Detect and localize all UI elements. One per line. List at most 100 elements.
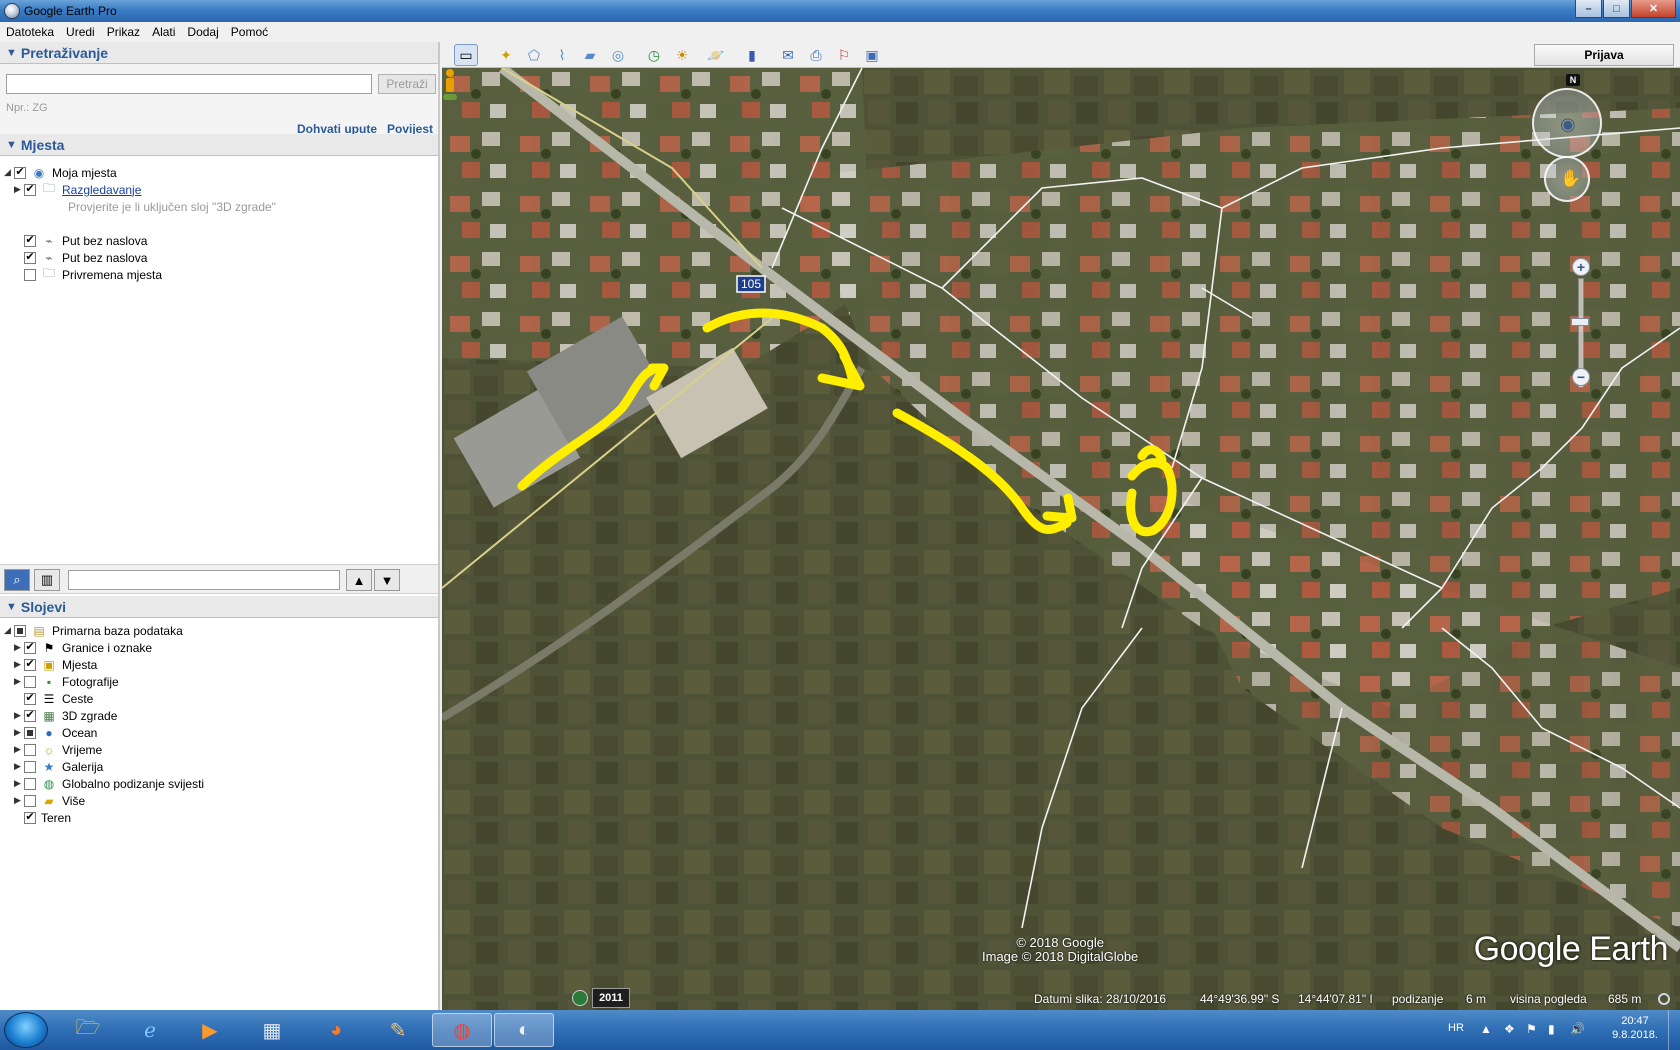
- expand-down-icon[interactable]: ◢: [4, 625, 14, 636]
- system-clock[interactable]: 20:47 9.8.2018.: [1610, 1014, 1660, 1042]
- file-explorer-icon[interactable]: 🗁: [60, 1013, 116, 1047]
- minimize-button[interactable]: –: [1575, 0, 1602, 18]
- expand-down-icon[interactable]: ◢: [4, 167, 14, 178]
- tree-item-my-places[interactable]: ◢ ✔ ◉ Moja mjesta: [4, 164, 117, 181]
- paint-icon[interactable]: ✎: [370, 1013, 426, 1047]
- calculator-icon[interactable]: ▦: [244, 1013, 300, 1047]
- layers-panel-header[interactable]: ▼ Slojevi: [0, 596, 438, 618]
- expand-right-icon[interactable]: ▶: [14, 184, 24, 195]
- network-icon[interactable]: ▮: [1548, 1022, 1555, 1036]
- show-hidden-icons-icon[interactable]: ▲: [1480, 1022, 1492, 1036]
- layer-3d-buildings[interactable]: ▶ ✔ ▦ 3D zgrade: [14, 707, 117, 724]
- layer-borders[interactable]: ▶ ✔ ⚑ Granice i oznake: [14, 639, 152, 656]
- places-filter-input[interactable]: [68, 570, 340, 590]
- email-icon[interactable]: ✉: [776, 44, 800, 66]
- search-panel-header[interactable]: ▼ Pretraživanje: [0, 42, 438, 64]
- ruler-icon[interactable]: ▮: [740, 44, 764, 66]
- expand-right-icon[interactable]: ▶: [14, 727, 24, 738]
- layer-photos[interactable]: ▶ ▪ Fotografije: [14, 673, 119, 690]
- firefox-icon[interactable]: ◕: [308, 1013, 364, 1047]
- layer-terrain[interactable]: ✔ Teren: [14, 809, 71, 826]
- checkbox[interactable]: ✔: [24, 658, 36, 671]
- language-indicator[interactable]: HR: [1448, 1022, 1464, 1034]
- layer-weather[interactable]: ▶ ☼ Vrijeme: [14, 741, 102, 758]
- media-player-icon[interactable]: ▶: [182, 1013, 238, 1047]
- checkbox[interactable]: [14, 624, 26, 637]
- expand-right-icon[interactable]: ▶: [14, 710, 24, 721]
- search-input[interactable]: [6, 74, 372, 94]
- expand-right-icon[interactable]: ▶: [14, 744, 24, 755]
- menu-tools[interactable]: Alati: [152, 25, 175, 39]
- close-button[interactable]: ✕: [1631, 0, 1676, 18]
- checkbox[interactable]: ✔: [24, 183, 36, 196]
- search-icon[interactable]: ⌕: [4, 569, 30, 591]
- view-in-maps-icon[interactable]: ⚐: [832, 44, 856, 66]
- panel-toggle-icon[interactable]: ▥: [34, 569, 60, 591]
- layer-more[interactable]: ▶ ▰ Više: [14, 792, 85, 809]
- places-panel-header[interactable]: ▼ Mjesta: [0, 134, 438, 156]
- print-icon[interactable]: ⎙: [804, 44, 828, 66]
- compass-look-control[interactable]: ◉: [1532, 88, 1602, 158]
- layer-primary-database[interactable]: ◢ ▤ Primarna baza podataka: [4, 622, 183, 639]
- expand-right-icon[interactable]: ▶: [14, 676, 24, 687]
- street-view-pegman-icon[interactable]: [442, 68, 458, 102]
- layer-ocean[interactable]: ▶ ● Ocean: [14, 724, 97, 741]
- start-button[interactable]: [4, 1012, 48, 1048]
- tree-item-link[interactable]: Razgledavanje: [62, 183, 141, 197]
- checkbox[interactable]: ✔: [24, 251, 36, 264]
- maximize-button[interactable]: □: [1603, 0, 1630, 18]
- historical-imagery-icon[interactable]: ◷: [642, 44, 666, 66]
- checkbox[interactable]: ✔: [24, 811, 36, 824]
- flag-tray-icon[interactable]: ⚑: [1526, 1022, 1537, 1036]
- checkbox[interactable]: ✔: [24, 641, 36, 654]
- sidebar-toggle-icon[interactable]: ▭: [454, 44, 478, 66]
- tree-item-sightseeing[interactable]: ▶ ✔ 🗀 Razgledavanje: [14, 181, 141, 198]
- zoom-slider-thumb[interactable]: [1571, 318, 1589, 326]
- zoom-out-icon[interactable]: −: [1572, 368, 1590, 386]
- layer-places[interactable]: ▶ ✔ ▣ Mjesta: [14, 656, 97, 673]
- expand-right-icon[interactable]: ▶: [14, 795, 24, 806]
- chrome-icon[interactable]: ◍: [432, 1013, 492, 1047]
- tree-item-path[interactable]: ✔ ⌁ Put bez naslova: [24, 232, 147, 249]
- checkbox[interactable]: [24, 777, 36, 790]
- checkbox[interactable]: [24, 726, 36, 739]
- search-button[interactable]: Pretraži: [378, 74, 436, 94]
- checkbox[interactable]: ✔: [24, 234, 36, 247]
- volume-icon[interactable]: 🔊: [1570, 1022, 1585, 1036]
- add-placemark-icon[interactable]: ✦: [494, 44, 518, 66]
- checkbox[interactable]: ✔: [14, 166, 26, 179]
- add-overlay-icon[interactable]: ▰: [578, 44, 602, 66]
- checkbox[interactable]: [24, 675, 36, 688]
- menu-help[interactable]: Pomoć: [231, 25, 268, 39]
- expand-right-icon[interactable]: ▶: [14, 778, 24, 789]
- dropbox-icon[interactable]: ❖: [1504, 1022, 1515, 1036]
- zoom-in-icon[interactable]: +: [1572, 258, 1590, 276]
- layer-roads[interactable]: ✔ ☰ Ceste: [14, 690, 93, 707]
- planets-icon[interactable]: 🪐: [704, 44, 728, 66]
- show-desktop-button[interactable]: [1668, 1010, 1680, 1050]
- checkbox[interactable]: [24, 794, 36, 807]
- layer-global-awareness[interactable]: ▶ ◍ Globalno podizanje svijesti: [14, 775, 204, 792]
- menu-view[interactable]: Prikaz: [107, 25, 140, 39]
- sunlight-icon[interactable]: ☀: [670, 44, 694, 66]
- layer-gallery[interactable]: ▶ ★ Galerija: [14, 758, 103, 775]
- menu-edit[interactable]: Uredi: [66, 25, 95, 39]
- checkbox[interactable]: ✔: [24, 709, 36, 722]
- menu-file[interactable]: Datoteka: [6, 25, 54, 39]
- google-earth-pro-taskbar-icon[interactable]: ◐: [494, 1013, 554, 1047]
- arrow-up-icon[interactable]: ▲: [346, 569, 372, 591]
- checkbox[interactable]: [24, 743, 36, 756]
- map-view[interactable]: 105 N ◉ ✋ + − © 2018 Google Image © 2018…: [442, 68, 1680, 1010]
- checkbox[interactable]: [24, 760, 36, 773]
- menu-add[interactable]: Dodaj: [187, 25, 218, 39]
- sign-in-button[interactable]: Prijava: [1534, 44, 1674, 66]
- add-path-icon[interactable]: ⌇: [550, 44, 574, 66]
- expand-right-icon[interactable]: ▶: [14, 659, 24, 670]
- expand-right-icon[interactable]: ▶: [14, 761, 24, 772]
- checkbox[interactable]: [24, 268, 36, 281]
- record-tour-icon[interactable]: ◎: [606, 44, 630, 66]
- add-polygon-icon[interactable]: ⬠: [522, 44, 546, 66]
- checkbox[interactable]: ✔: [24, 692, 36, 705]
- expand-right-icon[interactable]: ▶: [14, 642, 24, 653]
- arrow-down-icon[interactable]: ▼: [374, 569, 400, 591]
